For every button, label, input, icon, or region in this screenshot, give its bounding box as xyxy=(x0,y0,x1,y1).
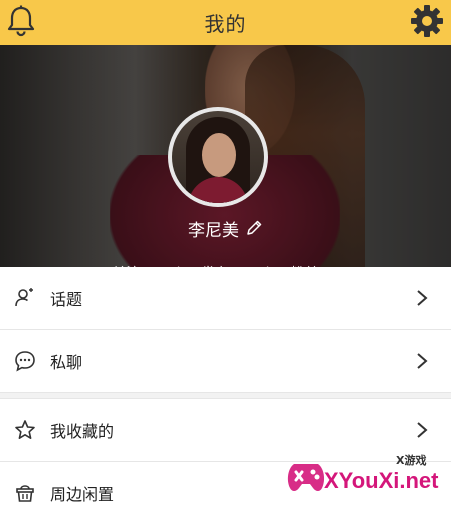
gamepad-logo-icon xyxy=(287,464,325,491)
user-topic-icon xyxy=(15,288,33,307)
chevron-right-icon xyxy=(417,422,428,438)
username-row: 李尼美 xyxy=(0,215,451,241)
watermark-cn: X游戏 xyxy=(396,454,427,467)
star-icon xyxy=(15,420,35,439)
top-bar: 我的 xyxy=(0,0,451,45)
basket-icon xyxy=(16,485,34,502)
pencil-icon[interactable] xyxy=(245,219,263,237)
gear-icon[interactable] xyxy=(408,2,446,40)
page-title: 我的 xyxy=(204,12,247,36)
site-watermark: XYouXi.net X游戏 xyxy=(280,446,448,504)
watermark-brand: XYouXi.net xyxy=(324,468,439,493)
avatar[interactable] xyxy=(168,107,268,207)
menu-item-chat[interactable]: 私聊 xyxy=(0,330,451,393)
menu-item-label: 话题 xyxy=(50,290,83,309)
profile-banner: 李尼美 关注 3 / 发布 5 / 粉丝 30 xyxy=(0,45,451,267)
menu-item-topics[interactable]: 话题 xyxy=(0,267,451,330)
avatar-image xyxy=(172,111,264,203)
menu-item-label: 我收藏的 xyxy=(50,422,115,441)
chat-bubble-icon xyxy=(15,351,35,372)
bell-icon[interactable] xyxy=(3,3,39,39)
menu-item-label: 私聊 xyxy=(50,353,83,372)
chevron-right-icon xyxy=(417,290,428,306)
chevron-right-icon xyxy=(417,353,428,369)
username: 李尼美 xyxy=(188,220,239,241)
